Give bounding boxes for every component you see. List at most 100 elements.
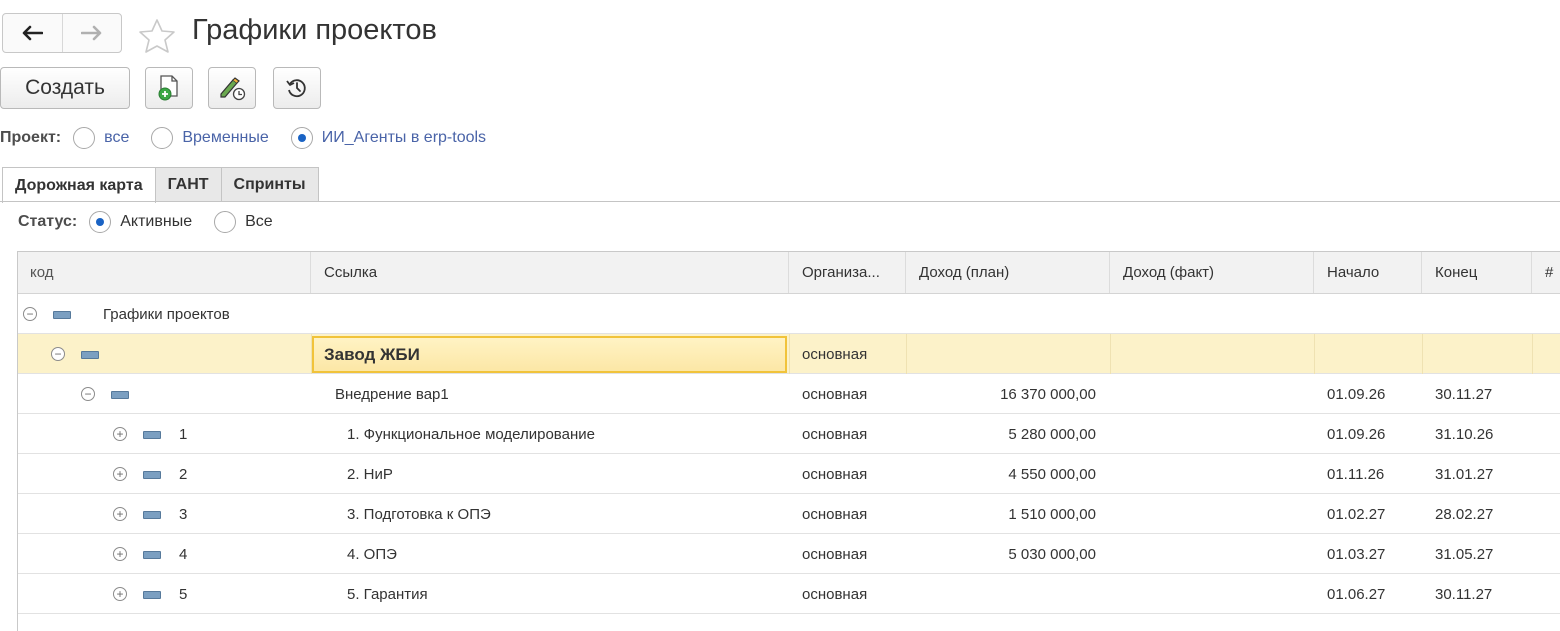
cell-income-plan: 1 510 000,00: [1008, 505, 1096, 523]
collapse-icon[interactable]: −: [51, 347, 65, 361]
column-header-organization[interactable]: Организа...: [789, 252, 906, 293]
expand-icon[interactable]: +: [113, 547, 127, 561]
table-row[interactable]: +2 2. НиР основная 4 550 000,00 01.11.26 31.0…: [18, 454, 1560, 494]
table-row[interactable]: − Графики проектов: [18, 294, 1560, 334]
cell-start: 01.09.26: [1327, 425, 1386, 443]
cell-link[interactable]: 1. Функциональное моделирование: [347, 414, 595, 454]
table-header: код Ссылка Организа... Доход (план) Дохо…: [18, 252, 1560, 294]
cell-link[interactable]: 2. НиР: [347, 454, 393, 494]
project-radio-ai-agents[interactable]: [290, 127, 313, 149]
cell-organization: основная: [802, 425, 868, 443]
cell-income-plan: 5 280 000,00: [1008, 425, 1096, 443]
collapse-icon[interactable]: −: [23, 307, 37, 321]
table-row[interactable]: − Завод ЖБИ основная: [18, 334, 1560, 374]
cell-end: 31.10.26: [1435, 425, 1494, 443]
project-option-temporary[interactable]: Временные: [182, 129, 268, 147]
arrow-left-icon: [22, 25, 44, 41]
navigation-buttons: [2, 13, 122, 53]
column-divider: [1422, 334, 1423, 374]
cell-start: 01.09.26: [1327, 385, 1386, 403]
expand-icon[interactable]: +: [113, 427, 127, 441]
column-header-income-fact[interactable]: Доход (факт): [1110, 252, 1314, 293]
cell-start: 01.06.27: [1327, 585, 1386, 603]
column-divider: [1532, 334, 1533, 374]
cell-organization: основная: [802, 385, 868, 403]
cell-link-active[interactable]: Завод ЖБИ: [312, 336, 787, 373]
cell-link[interactable]: 4. ОПЭ: [347, 534, 397, 574]
tab-roadmap[interactable]: Дорожная карта: [2, 167, 156, 203]
tab-bar: Дорожная карта ГАНТ Спринты: [2, 167, 319, 203]
history-icon: [286, 79, 306, 98]
project-option-all[interactable]: все: [104, 129, 129, 147]
folder-icon: [143, 591, 161, 599]
document-add-icon: [158, 75, 178, 101]
cell-end: 30.11.27: [1435, 385, 1493, 403]
cell-code: 4: [179, 545, 188, 563]
status-radio-active[interactable]: [89, 211, 112, 233]
status-filter-label: Статус:: [18, 213, 78, 230]
radio-selected-dot: [297, 134, 306, 142]
star-icon[interactable]: [138, 18, 176, 54]
project-radio-temporary[interactable]: [151, 127, 174, 149]
cell-link[interactable]: 5. Гарантия: [347, 574, 428, 614]
status-option-active[interactable]: Активные: [120, 213, 192, 231]
history-button[interactable]: [273, 67, 321, 109]
radio-selected-dot: [96, 218, 105, 226]
project-filter: Проект: все Временные ИИ_Агенты в erp-to…: [0, 127, 508, 149]
folder-icon: [143, 511, 161, 519]
status-option-all[interactable]: Все: [245, 213, 273, 231]
column-header-number[interactable]: #: [1532, 252, 1560, 293]
column-header-code[interactable]: код: [18, 252, 311, 293]
column-header-link[interactable]: Ссылка: [311, 252, 789, 293]
projects-table: код Ссылка Организа... Доход (план) Дохо…: [17, 251, 1560, 631]
folder-icon: [111, 391, 129, 399]
column-header-income-plan[interactable]: Доход (план): [906, 252, 1110, 293]
pencil-clock-icon: [220, 77, 246, 101]
cell-organization: основная: [802, 345, 868, 363]
expand-icon[interactable]: +: [113, 587, 127, 601]
collapse-icon[interactable]: −: [81, 387, 95, 401]
create-button[interactable]: Создать: [0, 67, 130, 109]
expand-icon[interactable]: +: [113, 507, 127, 521]
edit-history-button[interactable]: [208, 67, 256, 109]
tab-sprints[interactable]: Спринты: [220, 167, 319, 202]
table-row[interactable]: +3 3. Подготовка к ОПЭ основная 1 510 000,0…: [18, 494, 1560, 534]
new-document-button[interactable]: [145, 67, 193, 109]
column-header-end[interactable]: Конец: [1422, 252, 1532, 293]
folder-icon: [143, 431, 161, 439]
cell-income-plan: 4 550 000,00: [1008, 465, 1096, 483]
table-row[interactable]: +5 5. Гарантия основная 01.06.27 30.11.27: [18, 574, 1560, 614]
status-filter: Статус: Активные Все: [18, 211, 295, 233]
table-row[interactable]: − Внедрение вар1 основная 16 370 000,00 01.0…: [18, 374, 1560, 414]
cell-end: 31.01.27: [1435, 465, 1494, 483]
forward-button[interactable]: [61, 14, 122, 52]
cell-start: 01.02.27: [1327, 505, 1386, 523]
cell-start: 01.11.26: [1327, 465, 1385, 483]
page-title: Графики проектов: [192, 14, 437, 46]
project-radio-all[interactable]: [73, 127, 96, 149]
tab-divider: [0, 201, 1560, 202]
cell-organization: основная: [802, 585, 868, 603]
folder-icon: [53, 311, 71, 319]
cell-link[interactable]: 3. Подготовка к ОПЭ: [347, 494, 491, 534]
column-divider: [789, 334, 790, 374]
project-option-ai-agents[interactable]: ИИ_Агенты в erp-tools: [322, 129, 486, 147]
cell-start: 01.03.27: [1327, 545, 1386, 563]
folder-icon: [143, 471, 161, 479]
cell-code: 1: [179, 425, 188, 443]
tab-gantt[interactable]: ГАНТ: [154, 167, 222, 202]
cell-link[interactable]: Внедрение вар1: [335, 374, 449, 414]
expand-icon[interactable]: +: [113, 467, 127, 481]
cell-end: 30.11.27: [1435, 585, 1493, 603]
cell-end: 28.02.27: [1435, 505, 1494, 523]
table-row[interactable]: +1 1. Функциональное моделирование основна…: [18, 414, 1560, 454]
cell-code: 3: [179, 505, 188, 523]
folder-icon: [143, 551, 161, 559]
column-divider: [1110, 334, 1111, 374]
cell-code: Графики проектов: [103, 305, 230, 323]
table-row[interactable]: +4 4. ОПЭ основная 5 030 000,00 01.03.27 31.0…: [18, 534, 1560, 574]
column-header-start[interactable]: Начало: [1314, 252, 1422, 293]
status-radio-all[interactable]: [214, 211, 237, 233]
back-button[interactable]: [3, 14, 62, 52]
cell-income-plan: 16 370 000,00: [1000, 385, 1096, 403]
